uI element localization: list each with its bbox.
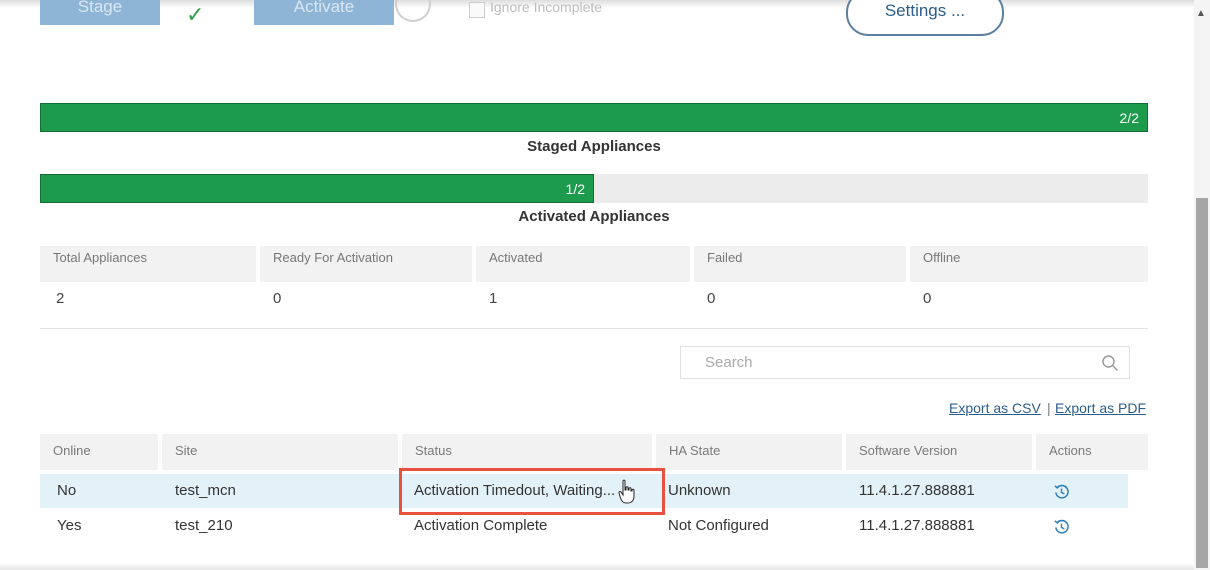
summary-value-activated: 1: [489, 290, 498, 307]
bottom-edge-shadow: [0, 563, 1194, 570]
column-header-actions: Actions: [1036, 434, 1148, 470]
summary-value-ready: 0: [273, 290, 282, 307]
activated-progress-fill: 1/2: [40, 174, 594, 203]
column-header-software-version[interactable]: Software Version: [846, 434, 1032, 470]
activated-caption: Activated Appliances: [518, 208, 670, 225]
column-header-status[interactable]: Status: [402, 434, 652, 470]
search-input[interactable]: Search: [680, 346, 1130, 379]
settings-button[interactable]: Settings ...: [846, 0, 1004, 36]
cell-ha-state: Not Configured: [668, 517, 769, 534]
scroll-up-arrow-icon[interactable]: ▲: [1196, 8, 1206, 19]
summary-header-total: Total Appliances: [40, 246, 256, 282]
appliance-table-header: Online Site Status HA State Software Ver…: [40, 434, 1148, 470]
activated-progress-bar: 1/2: [40, 174, 1148, 203]
cell-site: test_210: [175, 517, 233, 534]
activated-progress-text: 1/2: [565, 181, 585, 197]
history-icon[interactable]: [1053, 483, 1070, 500]
summary-value-offline: 0: [923, 290, 932, 307]
hand-cursor-icon: [618, 479, 635, 504]
column-header-site[interactable]: Site: [162, 434, 398, 470]
cell-ha-state: Unknown: [668, 482, 731, 499]
scrollbar-thumb[interactable]: [1196, 198, 1208, 568]
summary-header-failed: Failed: [694, 246, 906, 282]
staged-progress-text: 2/2: [1119, 110, 1139, 126]
staged-progress-bar: 2/2: [40, 103, 1148, 132]
cell-software-version: 11.4.1.27.888881: [859, 482, 975, 499]
cell-software-version: 11.4.1.27.888881: [859, 517, 975, 534]
staged-caption: Staged Appliances: [527, 138, 661, 155]
summary-header-offline: Offline: [910, 246, 1148, 282]
settings-label: Settings ...: [884, 1, 966, 20]
top-edge-shadow: [0, 0, 1210, 8]
stage-label: Stage: [77, 0, 123, 16]
summary-value-failed: 0: [707, 290, 716, 307]
cell-online: Yes: [57, 517, 82, 534]
cell-site: test_mcn: [175, 482, 236, 499]
ignore-incomplete-checkbox[interactable]: [469, 2, 485, 18]
cell-online: No: [57, 482, 77, 499]
search-placeholder: Search: [705, 354, 753, 371]
column-header-online[interactable]: Online: [40, 434, 158, 470]
summary-header-ready: Ready For Activation: [260, 246, 472, 282]
ignore-incomplete-label: Ignore Incomplete: [490, 0, 603, 15]
staged-progress-fill: 2/2: [40, 103, 1148, 132]
summary-value-total: 2: [56, 290, 65, 307]
activate-button[interactable]: Activate: [254, 0, 394, 25]
loading-spinner-icon: [395, 0, 431, 22]
export-csv-link[interactable]: Export as CSV: [949, 400, 1041, 416]
summary-header-activated: Activated: [476, 246, 690, 282]
activate-label: Activate: [293, 0, 355, 16]
export-separator: |: [1047, 400, 1051, 416]
export-pdf-link[interactable]: Export as PDF: [1055, 400, 1146, 416]
checkmark-icon: ✓: [186, 2, 205, 27]
history-icon[interactable]: [1053, 518, 1070, 535]
summary-divider: [40, 328, 1148, 329]
search-icon[interactable]: [1101, 354, 1119, 372]
column-header-ha-state[interactable]: HA State: [656, 434, 842, 470]
stage-button[interactable]: Stage: [40, 0, 160, 25]
